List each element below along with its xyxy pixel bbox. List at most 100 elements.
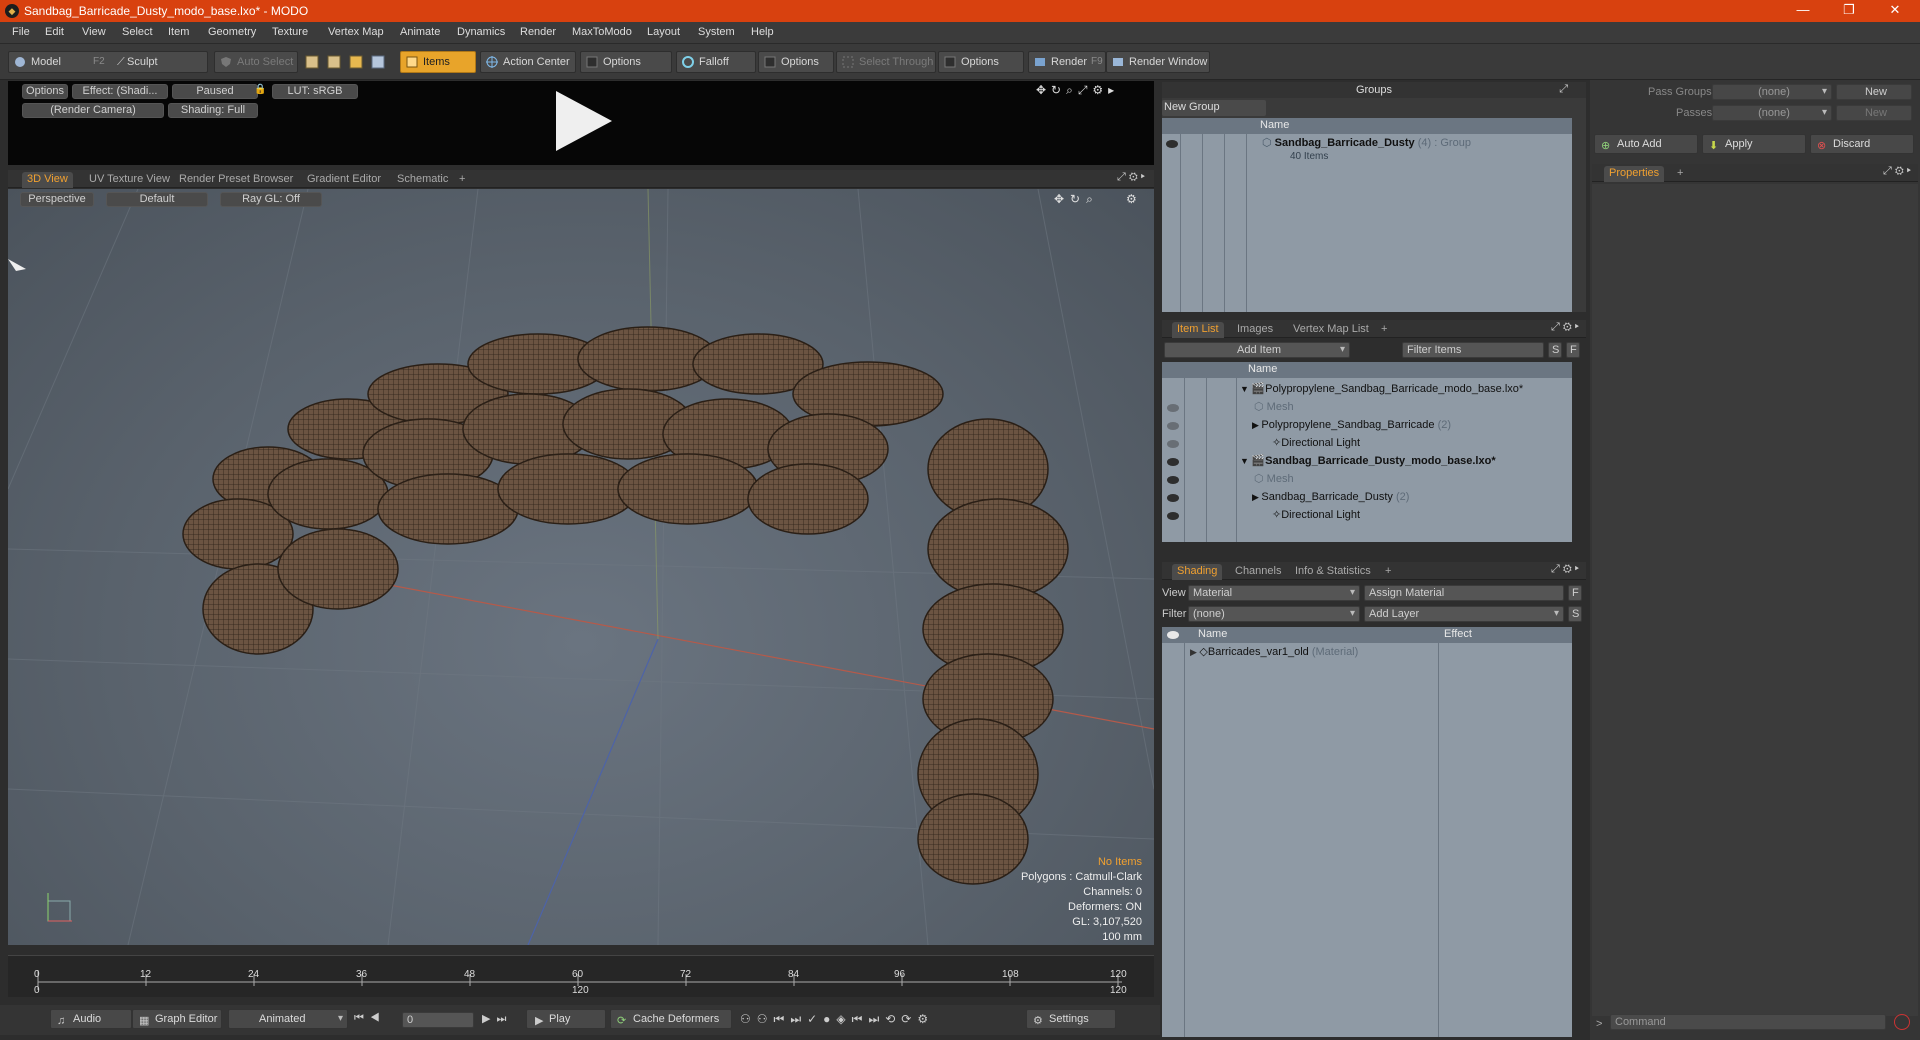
filter-s-button[interactable]: S <box>1548 342 1562 358</box>
new-pass-group-button[interactable]: New <box>1836 84 1912 100</box>
menu-item[interactable]: Item <box>168 26 189 38</box>
tab-vertex-map-list[interactable]: Vertex Map List <box>1288 322 1374 338</box>
visibility-eye-icon[interactable] <box>1167 458 1179 466</box>
apply-button[interactable]: ⬇ Apply <box>1702 134 1806 154</box>
properties-tab-controls[interactable]: ⤢⚙▸ <box>1883 165 1914 178</box>
assign-material-button[interactable]: Assign Material <box>1364 585 1564 601</box>
menu-select[interactable]: Select <box>122 26 153 38</box>
tab-item-list[interactable]: Item List <box>1172 322 1224 338</box>
play-button[interactable]: ▶ Play <box>526 1009 606 1029</box>
new-pass-button[interactable]: New <box>1836 105 1912 121</box>
viewport-tab-controls[interactable]: ⤢⚙▸ <box>1117 171 1148 184</box>
material-row[interactable]: ▶ ◇Barricades_var1_old (Material) <box>1190 643 1358 661</box>
animated-dropdown[interactable]: Animated <box>228 1009 348 1029</box>
visibility-eye-icon[interactable] <box>1167 494 1179 502</box>
passes-dropdown[interactable]: (none) <box>1712 105 1832 121</box>
record-icon[interactable] <box>1894 1014 1910 1030</box>
tab-gradient-editor[interactable]: Gradient Editor <box>302 172 386 188</box>
tab-info-statistics[interactable]: Info & Statistics <box>1290 564 1376 580</box>
render-button[interactable]: Render F9 <box>1028 51 1106 73</box>
light-row[interactable]: ✧Directional Light <box>1272 434 1360 452</box>
model-mode-button[interactable]: Model F2 Sculpt ⟋ <box>8 51 208 73</box>
menu-vertex-map[interactable]: Vertex Map <box>328 26 384 38</box>
tab-images[interactable]: Images <box>1232 322 1278 338</box>
render-camera-dropdown[interactable]: (Render Camera) <box>22 103 164 118</box>
polygons-mode-icon[interactable] <box>348 54 364 70</box>
scene-row[interactable]: ▼ 🎬Sandbag_Barricade_Dusty_modo_base.lxo… <box>1240 452 1496 470</box>
menu-view[interactable]: View <box>82 26 106 38</box>
discard-button[interactable]: ⊗ Discard <box>1810 134 1914 154</box>
jump-start-icons[interactable]: ⏮◀ <box>354 1012 386 1025</box>
falloff-button[interactable]: Falloff <box>676 51 756 73</box>
viewport-settings-icon[interactable]: ⚙ <box>1126 192 1137 206</box>
menu-render[interactable]: Render <box>520 26 556 38</box>
shading-f-button[interactable]: F <box>1568 585 1582 601</box>
preview-nav-icons[interactable]: ✥↻⌕⤢⚙▸ <box>1036 83 1146 97</box>
shading-dropdown[interactable]: Shading: Full <box>168 103 258 118</box>
locator-row[interactable]: ▶ Sandbag_Barricade_Dusty (2) <box>1252 488 1409 506</box>
settings-button[interactable]: ⚙ Settings <box>1026 1009 1116 1029</box>
effect-dropdown[interactable]: Effect: (Shadi... <box>72 84 168 99</box>
tab-uv-texture-view[interactable]: UV Texture View <box>84 172 175 188</box>
add-tab-button[interactable]: + <box>454 172 470 188</box>
menu-file[interactable]: File <box>12 26 30 38</box>
visibility-eye-icon[interactable] <box>1166 140 1178 148</box>
itemlist-tab-controls[interactable]: ⤢⚙▸ <box>1551 321 1582 334</box>
auto-add-button[interactable]: ⊕ Auto Add <box>1594 134 1698 154</box>
add-item-dropdown[interactable]: Add Item <box>1164 342 1350 358</box>
close-button[interactable]: ✕ <box>1872 0 1918 22</box>
add-tab-button[interactable]: + <box>1376 322 1392 338</box>
auto-select-button[interactable]: Auto Select <box>214 51 298 73</box>
perspective-dropdown[interactable]: Perspective <box>20 192 94 207</box>
maximize-button[interactable]: ❐ <box>1826 0 1872 22</box>
materials-mode-icon[interactable] <box>370 54 386 70</box>
3d-viewport[interactable]: Perspective Default Ray GL: Off ✥↻⌕ ⚙ No… <box>8 189 1154 945</box>
tab-render-preset-browser[interactable]: Render Preset Browser <box>174 172 298 188</box>
paused-button[interactable]: Paused <box>172 84 258 99</box>
play-icon[interactable] <box>546 85 618 157</box>
raygl-dropdown[interactable]: Ray GL: Off <box>220 192 322 207</box>
items-mode-button[interactable]: Items <box>400 51 476 73</box>
select-through-button[interactable]: Select Through <box>836 51 936 73</box>
add-tab-button[interactable]: + <box>1672 166 1688 182</box>
visibility-eye-icon[interactable] <box>1167 440 1179 448</box>
tab-shading[interactable]: Shading <box>1172 564 1223 580</box>
menu-geometry[interactable]: Geometry <box>208 26 256 38</box>
vertices-mode-icon[interactable] <box>304 54 320 70</box>
action-center-options-button[interactable]: Options <box>580 51 672 73</box>
lock-icon[interactable]: 🔒 <box>254 84 266 96</box>
tab-3d-view[interactable]: 3D View <box>22 172 73 188</box>
shading-tab-controls[interactable]: ⤢⚙▸ <box>1551 563 1582 576</box>
menu-animate[interactable]: Animate <box>400 26 440 38</box>
menu-system[interactable]: System <box>698 26 735 38</box>
visibility-eye-icon[interactable] <box>1167 404 1179 412</box>
default-dropdown[interactable]: Default <box>106 192 208 207</box>
visibility-eye-icon[interactable] <box>1167 422 1179 430</box>
pass-groups-dropdown[interactable]: (none) <box>1712 84 1832 100</box>
action-center-button[interactable]: Action Center <box>480 51 576 73</box>
filter-items-field[interactable]: Filter Items <box>1402 342 1544 358</box>
tab-schematic[interactable]: Schematic <box>392 172 453 188</box>
minimize-button[interactable]: — <box>1780 0 1826 22</box>
mesh-row[interactable]: ⬡ Mesh <box>1254 398 1294 416</box>
add-tab-button[interactable]: + <box>1380 564 1396 580</box>
render-window-button[interactable]: Render Window <box>1106 51 1210 73</box>
view-dropdown[interactable]: Material <box>1188 585 1360 601</box>
groups-expand-icon[interactable]: ⤢ <box>1559 83 1568 96</box>
menu-edit[interactable]: Edit <box>45 26 64 38</box>
tab-channels[interactable]: Channels <box>1230 564 1286 580</box>
command-input[interactable]: Command <box>1610 1014 1886 1030</box>
menu-maxtomodo[interactable]: MaxToModo <box>572 26 632 38</box>
locator-row[interactable]: ▶ Polypropylene_Sandbag_Barricade (2) <box>1252 416 1451 434</box>
falloff-options-button[interactable]: Options <box>758 51 834 73</box>
timeline[interactable]: 0 12 24 36 48 60 72 84 96 108 120 0 120 … <box>8 955 1154 997</box>
jump-end-icons[interactable]: ▶⏭ <box>482 1012 512 1026</box>
menu-texture[interactable]: Texture <box>272 26 308 38</box>
viewport-nav-icons[interactable]: ✥↻⌕ <box>1054 192 1099 207</box>
visibility-eye-icon[interactable] <box>1167 631 1179 639</box>
preview-options-button[interactable]: Options <box>22 84 68 99</box>
filter-dropdown[interactable]: (none) <box>1188 606 1360 622</box>
add-layer-dropdown[interactable]: Add Layer <box>1364 606 1564 622</box>
audio-button[interactable]: ♫ Audio <box>50 1009 132 1029</box>
light-row[interactable]: ✧Directional Light <box>1272 506 1360 524</box>
